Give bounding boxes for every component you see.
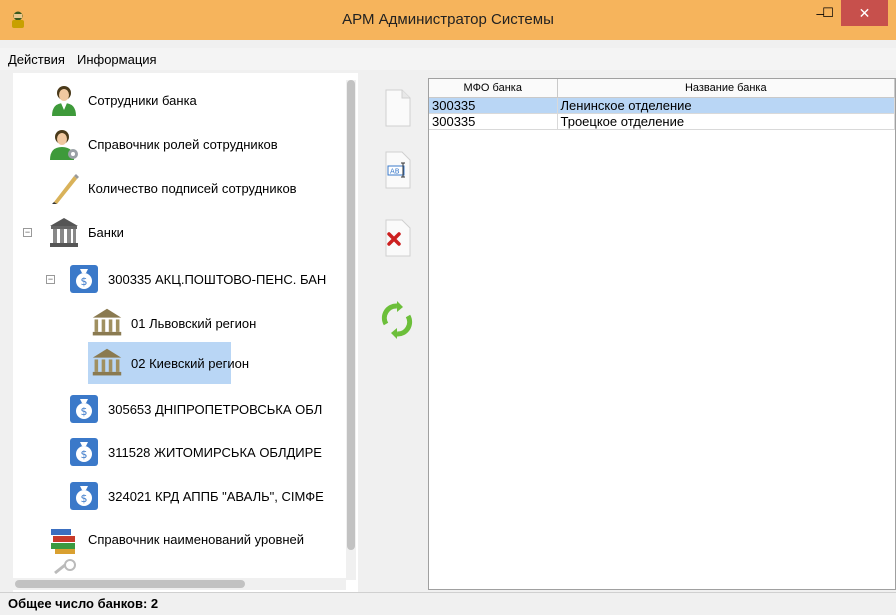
cell-bank-name: Троецкое отделение bbox=[557, 113, 895, 130]
tree-item-label: Сотрудники банка bbox=[88, 92, 197, 108]
title-bar: АРМ Администратор Системы – ☐ ✕ bbox=[0, 0, 896, 40]
edit-document-icon: AB bbox=[385, 151, 411, 189]
tree-item-bank-311528[interactable]: $ 311528 ЖИТОМИРСЬКА ОБЛДИРЕ bbox=[68, 432, 322, 472]
tree-item-bank-300335[interactable]: $ 300335 АКЦ.ПОШТОВО-ПЕНС. БАН bbox=[68, 259, 326, 299]
refresh-button[interactable] bbox=[380, 300, 414, 340]
tree-vertical-scrollbar[interactable] bbox=[346, 80, 356, 580]
maximize-icon: ☐ bbox=[822, 5, 834, 20]
money-bag-icon: $ bbox=[70, 482, 98, 510]
books-icon bbox=[51, 529, 75, 554]
tree-item-label: Банки bbox=[88, 224, 124, 240]
new-document-icon bbox=[385, 89, 411, 127]
tools-icon bbox=[54, 559, 76, 575]
bank-building-icon bbox=[50, 218, 78, 247]
menu-actions[interactable]: Действия bbox=[2, 52, 71, 67]
cell-mfo: 300335 bbox=[429, 113, 558, 130]
tree-item-label: 324021 КРД АППБ "АВАЛЬ", СІМФЕ bbox=[108, 488, 324, 504]
column-header-bank-name[interactable]: Название банка bbox=[557, 79, 895, 98]
status-bar: Общее число банков: 2 bbox=[0, 592, 896, 615]
svg-text:$: $ bbox=[81, 275, 88, 288]
svg-text:$: $ bbox=[81, 405, 88, 418]
tree-item-region-kyiv[interactable]: 02 Киевский регион bbox=[88, 342, 249, 384]
delete-document-button[interactable] bbox=[380, 218, 414, 258]
tree-item-label: Количество подписей сотрудников bbox=[88, 180, 297, 196]
column-header-mfo[interactable]: МФО банка bbox=[429, 79, 558, 98]
tree-item-label: 01 Львовский регион bbox=[131, 315, 257, 331]
delete-document-icon bbox=[385, 219, 411, 257]
tree-item-label: 300335 АКЦ.ПОШТОВО-ПЕНС. БАН bbox=[108, 271, 327, 287]
maximize-button[interactable]: ☐ bbox=[815, 0, 841, 26]
svg-text:$: $ bbox=[81, 492, 88, 505]
cell-bank-name: Ленинское отделение bbox=[557, 97, 895, 114]
edit-document-button[interactable]: AB bbox=[380, 150, 414, 190]
bank-small-icon bbox=[92, 348, 122, 376]
banks-table: МФО банка Название банка 300335 Ленинско… bbox=[429, 79, 895, 130]
menu-information[interactable]: Информация bbox=[71, 52, 163, 67]
signature-pen-icon bbox=[52, 174, 79, 204]
tree-item-employees[interactable]: Сотрудники банка bbox=[48, 80, 197, 120]
close-icon: ✕ bbox=[858, 4, 871, 21]
bank-small-icon bbox=[92, 308, 122, 336]
collapse-banks-toggle[interactable]: − bbox=[23, 228, 32, 237]
table-row[interactable]: 300335 Ленинское отделение bbox=[429, 97, 895, 114]
close-button[interactable]: ✕ bbox=[841, 0, 888, 26]
cell-mfo: 300335 bbox=[429, 97, 558, 114]
tree-horizontal-scroll-thumb[interactable] bbox=[15, 580, 245, 588]
tree-item-label: 305653 ДНІПРОПЕТРОВСЬКА ОБЛ bbox=[108, 401, 323, 417]
tree-item-roles[interactable]: Справочник ролей сотрудников bbox=[48, 124, 278, 164]
tree-item-level-names[interactable]: Справочник наименований уровней bbox=[48, 519, 304, 559]
tree-item-bank-305653[interactable]: $ 305653 ДНІПРОПЕТРОВСЬКА ОБЛ bbox=[68, 389, 322, 429]
window-title: АРМ Администратор Системы bbox=[342, 11, 554, 28]
roles-icon bbox=[50, 130, 78, 160]
money-bag-icon: $ bbox=[70, 438, 98, 466]
refresh-icon bbox=[381, 301, 413, 339]
banks-table-panel: МФО банка Название банка 300335 Ленинско… bbox=[428, 78, 896, 590]
tree-item-bank-324021[interactable]: $ 324021 КРД АППБ "АВАЛЬ", СІМФЕ bbox=[68, 476, 324, 516]
table-row[interactable]: 300335 Троецкое отделение bbox=[429, 113, 895, 130]
money-bag-icon: $ bbox=[70, 265, 98, 293]
collapse-bank-300335-toggle[interactable]: − bbox=[46, 275, 55, 284]
status-text: Общее число банков: 2 bbox=[8, 596, 159, 611]
tree-item-label: Справочник ролей сотрудников bbox=[88, 136, 278, 152]
navigation-tree: Сотрудники банка Справочник ролей сотруд… bbox=[13, 73, 358, 596]
svg-text:AB: AB bbox=[390, 168, 400, 176]
money-bag-icon: $ bbox=[70, 395, 98, 423]
new-document-button[interactable] bbox=[380, 88, 414, 128]
svg-text:$: $ bbox=[81, 448, 88, 461]
tree-item-label: Справочник наименований уровней bbox=[88, 531, 305, 547]
tree-horizontal-scrollbar[interactable] bbox=[13, 578, 346, 590]
tree-item-region-lviv[interactable]: 01 Львовский регион bbox=[91, 303, 256, 343]
tree-vertical-scroll-thumb[interactable] bbox=[347, 80, 355, 550]
tree-item-banks[interactable]: Банки bbox=[48, 212, 124, 252]
menu-bar: Действия Информация bbox=[0, 48, 896, 70]
tree-item-label: 02 Киевский регион bbox=[131, 355, 250, 371]
employees-icon bbox=[52, 86, 76, 116]
tree-item-signatures[interactable]: Количество подписей сотрудников bbox=[48, 168, 297, 208]
tree-item-label: 311528 ЖИТОМИРСЬКА ОБЛДИРЕ bbox=[108, 444, 322, 460]
